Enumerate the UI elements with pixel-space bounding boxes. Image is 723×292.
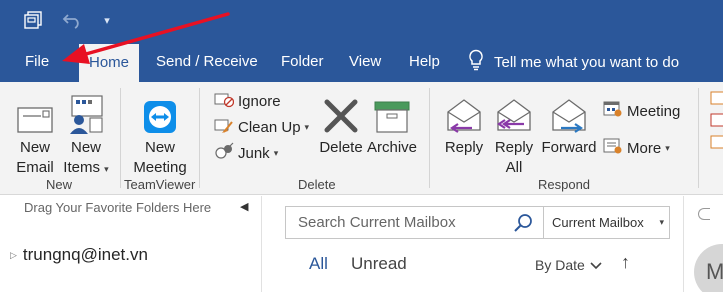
tab-view[interactable]: View [349, 42, 381, 82]
new-items-icon [66, 88, 106, 134]
search-scope-label: Current Mailbox [552, 215, 644, 230]
tab-send-receive[interactable]: Send / Receive [156, 42, 258, 82]
dropdown-caret-icon: ▾ [104, 164, 109, 174]
clean-up-icon [214, 116, 234, 138]
lightbulb-icon [468, 49, 484, 75]
filter-unread[interactable]: Unread [351, 254, 407, 274]
group-separator [199, 88, 200, 188]
filter-all[interactable]: All [309, 254, 328, 274]
account-folder[interactable]: ▷ trungnq@inet.vn [10, 245, 148, 265]
junk-icon [214, 142, 234, 164]
forward-button[interactable]: Forward [540, 88, 598, 158]
new-email-icon [17, 88, 53, 134]
archive-icon [373, 88, 411, 134]
group-label-new: New [46, 177, 73, 192]
new-email-button[interactable]: New Email [14, 88, 56, 178]
avatar: M [694, 244, 723, 292]
tell-me-box[interactable]: Tell me what you want to do [468, 42, 679, 82]
customize-qat-icon[interactable]: ▾ [98, 8, 116, 32]
junk-button[interactable]: Junk ▾ [214, 142, 278, 164]
outlook-window: ▾ File Home Send / Receive Folder View H… [0, 0, 723, 292]
tab-file[interactable]: File [25, 42, 49, 82]
ribbon: New Email New Items ▾ New New Meeting Te… [0, 82, 723, 195]
sort-by-dropdown[interactable]: By Date [535, 257, 602, 273]
reply-icon [444, 88, 484, 134]
ignore-icon [214, 90, 235, 112]
meeting-button[interactable]: Meeting [603, 100, 680, 122]
save-icon[interactable] [20, 8, 46, 32]
dropdown-caret-icon: ▾ [304, 121, 310, 132]
search-scope-dropdown[interactable]: Current Mailbox ▾ [548, 207, 670, 238]
folder-pane: Drag Your Favorite Folders Here ◀ ▷ trun… [0, 196, 262, 292]
dropdown-caret-icon: ▾ [665, 142, 670, 153]
search-box: Current Mailbox ▾ [285, 206, 670, 239]
more-respond-icon [603, 137, 623, 159]
reading-pane: M [683, 196, 723, 292]
group-label-respond: Respond [538, 177, 591, 192]
account-name: trungnq@inet.vn [22, 245, 148, 264]
collapse-pane-icon[interactable]: ◀ [240, 200, 248, 213]
tab-help[interactable]: Help [409, 42, 440, 82]
group-separator [698, 88, 699, 188]
favorites-hint: Drag Your Favorite Folders Here [24, 200, 212, 215]
search-icon[interactable] [512, 213, 534, 233]
ribbon-tabs: File Home Send / Receive Folder View Hel… [0, 42, 723, 84]
sort-by-label: By Date [535, 257, 585, 273]
mail-list-pane: Current Mailbox ▾ All Unread By Date ↑ [263, 196, 683, 292]
group-label-delete: Delete [298, 177, 336, 192]
divider [543, 207, 544, 238]
quick-steps-icon[interactable] [710, 90, 723, 155]
delete-icon [323, 88, 359, 134]
undo-icon[interactable] [60, 8, 86, 32]
tab-home[interactable]: Home [79, 44, 140, 84]
title-bar: ▾ [0, 0, 723, 42]
new-meeting-teamviewer-button[interactable]: New Meeting [128, 88, 192, 178]
dropdown-caret-icon: ▾ [273, 147, 279, 158]
reply-all-icon [494, 88, 534, 134]
teamviewer-icon [143, 88, 177, 134]
new-items-button[interactable]: New Items ▾ [60, 88, 112, 179]
meeting-icon [603, 100, 623, 122]
reply-button[interactable]: Reply [442, 88, 486, 158]
sort-direction-arrow-icon[interactable]: ↑ [621, 252, 630, 273]
tab-folder[interactable]: Folder [281, 42, 324, 82]
chevron-down-icon: ▾ [659, 217, 664, 227]
delete-button[interactable]: Delete [316, 88, 366, 158]
archive-button[interactable]: Archive [366, 88, 418, 158]
clean-up-button[interactable]: Clean Up ▾ [214, 116, 309, 138]
ignore-button[interactable]: Ignore [214, 90, 281, 112]
forward-icon [549, 88, 589, 134]
pane-marker-icon [698, 208, 710, 220]
search-input[interactable] [286, 207, 544, 238]
tell-me-label: Tell me what you want to do [494, 53, 680, 71]
group-label-teamviewer: TeamViewer [124, 177, 196, 192]
expand-triangle-icon[interactable]: ▷ [10, 250, 17, 261]
chevron-down-icon [590, 257, 602, 273]
more-respond-button[interactable]: More ▾ [603, 137, 670, 159]
reply-all-button[interactable]: Reply All [492, 88, 536, 178]
group-separator [120, 88, 121, 188]
group-separator [429, 88, 430, 188]
